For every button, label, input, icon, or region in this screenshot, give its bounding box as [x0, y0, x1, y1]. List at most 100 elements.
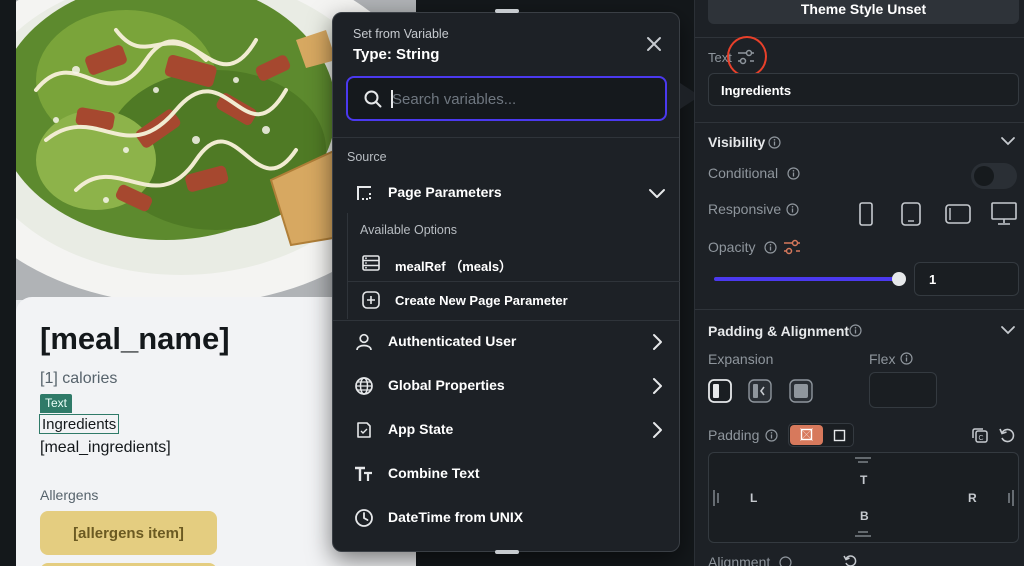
option-mealref[interactable]: mealRef （meals）	[348, 246, 678, 280]
search-icon	[364, 90, 382, 108]
slider-thumb[interactable]	[892, 272, 906, 286]
app-state-icon	[357, 422, 371, 438]
padding-top-handle[interactable]	[855, 457, 871, 465]
info-icon[interactable]	[764, 241, 777, 254]
allergen-chip[interactable]: [allergens item]	[40, 511, 217, 555]
info-icon[interactable]	[768, 136, 781, 149]
info-icon[interactable]	[786, 203, 799, 216]
source-authenticated-user[interactable]: Authenticated User	[333, 322, 679, 362]
divider	[333, 320, 679, 321]
padding-right-label: R	[968, 491, 977, 505]
expansion-expanded-button[interactable]	[789, 379, 813, 403]
tablet-landscape-icon[interactable]	[945, 204, 971, 224]
padding-uniform-option[interactable]	[790, 425, 823, 445]
divider	[333, 137, 679, 138]
search-variables-field[interactable]	[346, 76, 667, 121]
source-label: Source	[347, 150, 387, 164]
opacity-slider[interactable]	[714, 271, 906, 287]
chevron-right-icon[interactable]	[647, 376, 667, 396]
padding-left-handle[interactable]	[713, 490, 721, 506]
document-reference-icon	[362, 255, 380, 271]
highlight-circle	[727, 36, 767, 77]
source-label-text: Global Properties	[388, 377, 505, 393]
close-icon[interactable]	[645, 35, 663, 53]
info-icon[interactable]	[787, 167, 800, 180]
padding-alignment-section-title[interactable]: Padding & Alignment	[708, 323, 849, 339]
padding-individual-icon[interactable]	[833, 429, 846, 442]
phone-icon[interactable]	[859, 202, 873, 226]
alignment-label: Alignment	[708, 554, 771, 566]
copy-icon[interactable]: C	[971, 426, 989, 444]
text-format-icon	[355, 466, 372, 481]
source-label-text: Combine Text	[388, 465, 480, 481]
source-label-text: Page Parameters	[388, 184, 502, 200]
calories-text[interactable]: [1] calories	[40, 370, 117, 388]
divider	[695, 309, 1024, 310]
info-icon[interactable]	[900, 352, 913, 365]
meal-name-text[interactable]: [meal_name]	[40, 321, 230, 357]
tablet-icon[interactable]	[901, 202, 921, 226]
theme-style-button[interactable]: Theme Style Unset	[708, 0, 1019, 24]
source-datetime-from-unix[interactable]: DateTime from UNIX	[333, 498, 679, 538]
responsive-label: Responsive	[708, 201, 782, 217]
info-icon[interactable]	[849, 324, 862, 337]
expansion-label: Expansion	[708, 351, 774, 367]
create-new-page-parameter[interactable]: Create New Page Parameter	[348, 283, 678, 317]
expansion-default-button[interactable]	[708, 379, 732, 403]
source-combine-text[interactable]: Combine Text	[333, 454, 679, 494]
expansion-flexible-button[interactable]	[748, 379, 772, 403]
divider	[348, 281, 680, 282]
chevron-down-icon[interactable]	[647, 183, 667, 203]
set-variable-icon[interactable]	[783, 239, 801, 255]
reset-icon[interactable]	[998, 426, 1016, 444]
padding-top-label: T	[860, 473, 868, 487]
source-global-properties[interactable]: Global Properties	[333, 366, 679, 406]
set-from-variable-popover: Set from Variable Type: String Source Pa…	[332, 9, 700, 554]
meal-ingredients-text[interactable]: [meal_ingredients]	[40, 439, 171, 457]
allergens-label[interactable]: Allergens	[40, 487, 98, 503]
option-label: mealRef （meals）	[395, 259, 513, 274]
padding-all-icon	[800, 428, 813, 441]
chevron-right-icon[interactable]	[647, 420, 667, 440]
desktop-icon[interactable]	[991, 202, 1017, 226]
flex-label: Flex	[869, 351, 896, 367]
info-icon[interactable]	[765, 429, 778, 442]
info-icon[interactable]	[779, 556, 792, 566]
opacity-input[interactable]: 1	[914, 262, 1019, 296]
ingredients-text-selected[interactable]: Ingredients	[39, 414, 120, 434]
opacity-label: Opacity	[708, 239, 756, 255]
text-value-field[interactable]: Ingredients	[708, 73, 1019, 106]
source-page-parameters[interactable]: Page Parameters	[333, 173, 679, 213]
slider-track	[714, 277, 904, 281]
chevron-right-icon[interactable]	[647, 332, 667, 352]
padding-right-handle[interactable]	[1006, 490, 1014, 506]
selected-widget-badge: Text	[40, 394, 73, 413]
source-app-state[interactable]: App State	[333, 410, 679, 450]
conditional-toggle[interactable]	[971, 163, 1017, 189]
person-icon	[356, 333, 372, 351]
padding-editor[interactable]: T L R B	[708, 452, 1019, 543]
padding-bottom-label: B	[860, 509, 869, 523]
clock-icon	[355, 509, 373, 527]
divider	[695, 122, 1024, 123]
chevron-down-icon[interactable]	[1000, 133, 1016, 149]
opacity-value: 1	[929, 272, 937, 287]
popover-top-handle	[495, 9, 519, 13]
page-parameters-options: Available Options mealRef （meals） Create…	[347, 213, 680, 319]
add-box-icon	[362, 291, 380, 309]
flex-input[interactable]	[869, 372, 937, 408]
visibility-section-title[interactable]: Visibility	[708, 134, 765, 150]
padding-mode-toggle[interactable]	[788, 423, 854, 447]
globe-icon	[355, 377, 373, 395]
padding-left-label: L	[750, 491, 758, 505]
create-parameter-label: Create New Page Parameter	[395, 293, 568, 308]
source-label-text: DateTime from UNIX	[388, 509, 524, 525]
svg-text:C: C	[979, 435, 984, 442]
search-input[interactable]	[392, 86, 652, 112]
source-label-text: App State	[388, 421, 454, 437]
properties-panel: Theme Style Unset Text Ingredients Visib…	[694, 0, 1024, 566]
chevron-down-icon[interactable]	[1000, 322, 1016, 338]
reset-icon[interactable]	[843, 553, 859, 566]
padding-label: Padding	[708, 427, 760, 443]
padding-bottom-handle[interactable]	[855, 530, 871, 538]
